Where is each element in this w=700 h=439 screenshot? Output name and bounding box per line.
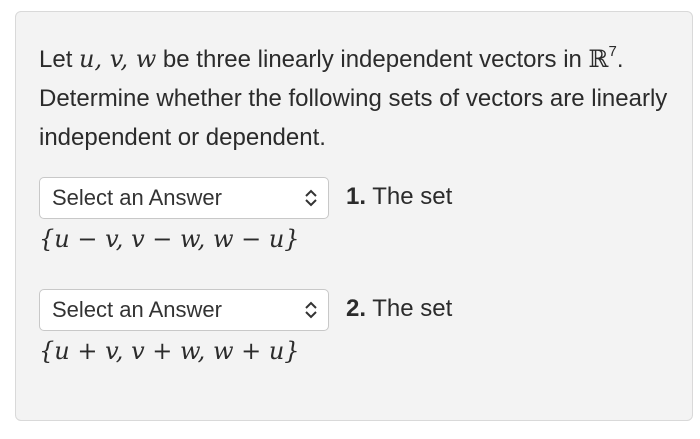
chevron-updown-icon xyxy=(305,189,317,207)
answer-select-2[interactable]: Select an Answer xyxy=(39,289,329,331)
answer-select-1[interactable]: Select an Answer xyxy=(39,177,329,219)
question-label-2: 2. The set xyxy=(346,295,452,323)
prompt-space: ℝ xyxy=(588,45,609,73)
question-number: 1. xyxy=(346,183,367,210)
question-text: The set xyxy=(366,183,453,210)
select-value: Select an Answer xyxy=(52,185,222,210)
prompt-text: be three linearly independent vectors in xyxy=(156,46,589,73)
question-prompt: Let u, v, w be three linearly independen… xyxy=(39,34,679,157)
vector-set-2: {u + v, v + w, w + u} xyxy=(39,337,300,365)
prompt-text: Let xyxy=(39,46,80,73)
select-value: Select an Answer xyxy=(52,297,222,322)
prompt-exponent: 7 xyxy=(608,43,617,60)
vector-set-1: {u − v, v − w, w − u} xyxy=(39,225,300,253)
set-expression: {u − v, v − w, w − u} xyxy=(39,225,300,253)
chevron-updown-icon xyxy=(305,301,317,319)
question-number: 2. xyxy=(346,295,367,322)
question-label-1: 1. The set xyxy=(346,183,452,211)
set-expression: {u + v, v + w, w + u} xyxy=(39,337,300,365)
question-card: Let u, v, w be three linearly independen… xyxy=(15,11,693,421)
prompt-vectors: u, v, w xyxy=(79,45,157,73)
question-text: The set xyxy=(366,295,453,322)
